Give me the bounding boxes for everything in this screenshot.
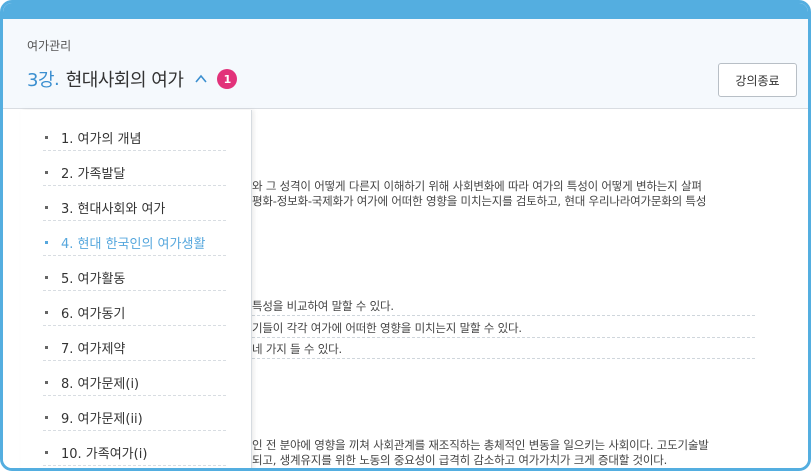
lesson-dropdown-menu: 1. 여가의 개념 2. 가족발달 3. 현대사회와 여가 4. 현대 한국인의… xyxy=(21,110,252,468)
bullet-icon xyxy=(45,311,48,314)
app-window: 여가관리 3강 . 현대사회의 여가 1 강의종료 와 그 성격이 어떻게 다른… xyxy=(0,0,811,471)
menu-item-9[interactable]: 9. 여가문제(ii) xyxy=(43,405,226,431)
lesson-header: 여가관리 3강 . 현대사회의 여가 1 강의종료 xyxy=(3,3,808,109)
goal-item-3: 네 가지 들 수 있다. xyxy=(252,342,342,356)
menu-item-label: 8. 여가문제(i) xyxy=(61,377,140,392)
menu-item-label: 5. 여가활동 xyxy=(61,272,126,287)
menu-item-5[interactable]: 5. 여가활동 xyxy=(43,265,226,291)
chevron-up-icon[interactable] xyxy=(193,71,209,87)
lesson-title: 현대사회의 여가 xyxy=(65,70,184,91)
goal-divider-1 xyxy=(252,315,755,316)
lesson-number-dot: . xyxy=(54,68,60,90)
header-accent-bar xyxy=(3,3,808,19)
goal-item-1: 특성을 비교하여 말할 수 있다. xyxy=(252,299,394,313)
end-lecture-button[interactable]: 강의종료 xyxy=(718,63,797,97)
bullet-icon xyxy=(45,206,48,209)
menu-item-4[interactable]: 4. 현대 한국인의 여가생활 xyxy=(43,230,226,256)
bullet-icon xyxy=(45,136,48,139)
menu-item-label: 7. 여가제약 xyxy=(61,342,126,357)
bullet-icon xyxy=(45,276,48,279)
step-badge: 1 xyxy=(217,69,238,89)
bullet-icon xyxy=(45,381,48,384)
menu-item-10[interactable]: 10. 가족여가(i) xyxy=(43,440,226,466)
menu-item-label: 3. 현대사회와 여가 xyxy=(61,202,166,217)
menu-item-3[interactable]: 3. 현대사회와 여가 xyxy=(43,195,226,221)
menu-item-7[interactable]: 7. 여가제약 xyxy=(43,335,226,361)
goal-item-2: 기들이 각각 여가에 어떠한 영향을 미치는지 말할 수 있다. xyxy=(252,321,522,335)
menu-item-1[interactable]: 1. 여가의 개념 xyxy=(43,125,226,151)
menu-item-8[interactable]: 8. 여가문제(i) xyxy=(43,370,226,396)
menu-item-label: 6. 여가동기 xyxy=(61,307,126,322)
goal-divider-3 xyxy=(252,358,755,359)
body-text-line2: 되고, 생계유지를 위한 노동의 중요성이 급격히 감소하고 여가가치가 크게 … xyxy=(252,453,668,467)
menu-item-label: 4. 현대 한국인의 여가생활 xyxy=(61,237,206,252)
intro-text-line1: 와 그 성격이 어떻게 다른지 이해하기 위해 사회변화에 따라 여가의 특성이… xyxy=(252,179,702,193)
goal-divider-2 xyxy=(252,337,755,338)
bullet-icon xyxy=(45,451,48,454)
body-text-line1: 인 전 분야에 영향을 끼쳐 사회관계를 재조직하는 총체적인 변동을 일으키는… xyxy=(252,438,709,452)
bullet-icon xyxy=(45,416,48,419)
intro-text-line2: 평화-정보화-국제화가 여가에 어떠한 영향을 미치는지를 검토하고, 현대 우… xyxy=(252,194,707,208)
bullet-icon xyxy=(45,241,48,244)
menu-item-6[interactable]: 6. 여가동기 xyxy=(43,300,226,326)
bullet-icon xyxy=(45,346,48,349)
menu-item-label: 9. 여가문제(ii) xyxy=(61,412,143,427)
menu-item-label: 2. 가족발달 xyxy=(61,167,126,182)
bullet-icon xyxy=(45,171,48,174)
lesson-number: 3강 xyxy=(27,70,55,91)
menu-item-2[interactable]: 2. 가족발달 xyxy=(43,160,226,186)
lesson-title-toggle[interactable]: 3강 . 현대사회의 여가 1 xyxy=(27,65,238,93)
menu-item-label: 10. 가족여가(i) xyxy=(61,447,148,462)
menu-item-label: 1. 여가의 개념 xyxy=(61,132,142,147)
breadcrumb: 여가관리 xyxy=(27,39,72,53)
